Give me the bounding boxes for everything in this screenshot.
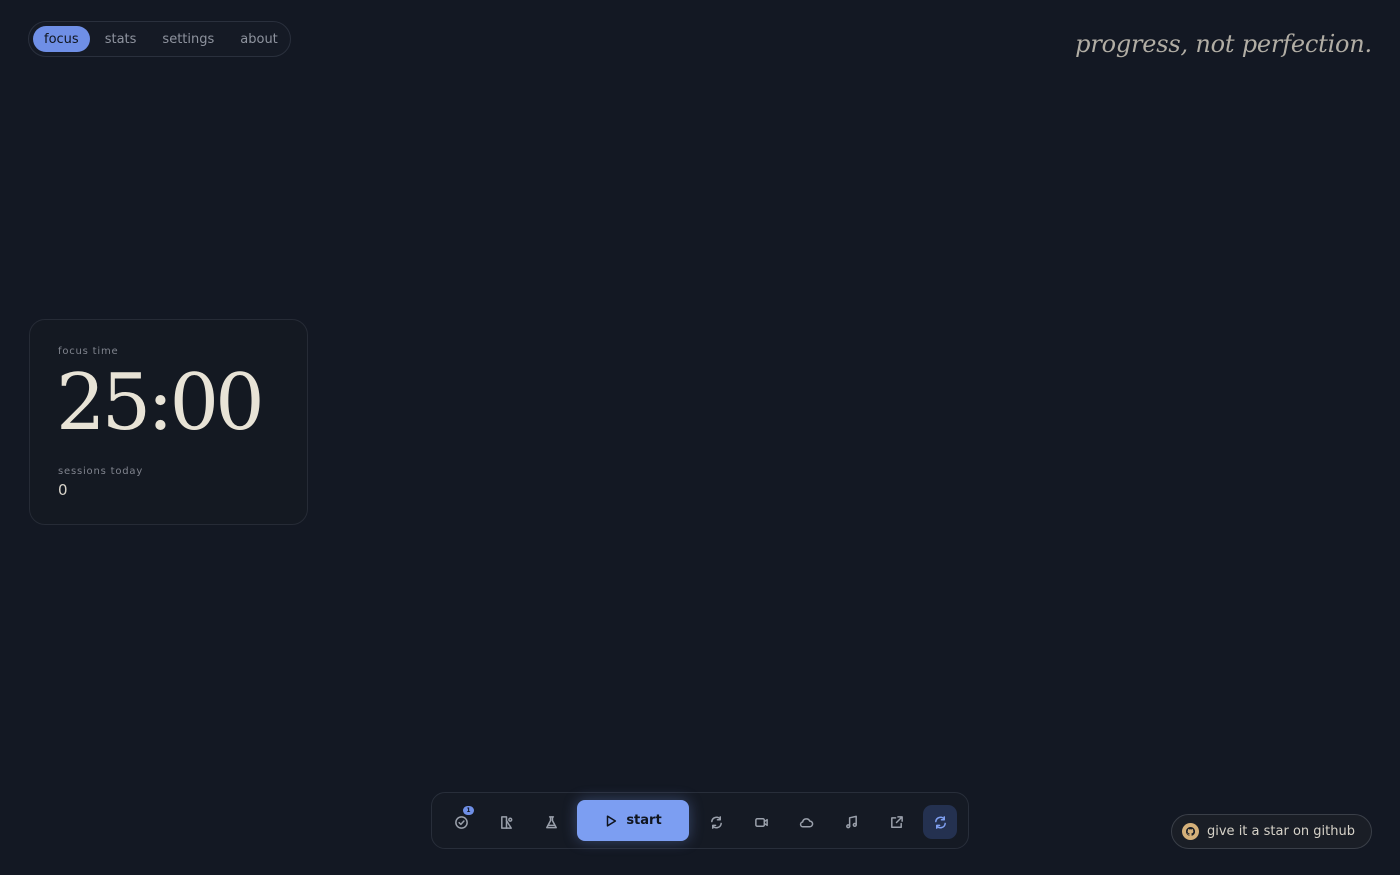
tab-focus[interactable]: focus [33,26,90,52]
timer-display: 25:00 [56,358,265,448]
github-star-label: give it a star on github [1207,824,1355,839]
shapes-icon [500,815,512,829]
tasks-count-badge: 1 [463,806,474,815]
timer-card: focus time 25:00 sessions today 0 [29,319,308,525]
sessions-today-label: sessions today [58,466,144,477]
top-nav: focus stats settings about [28,21,291,57]
cloud-icon [799,817,813,827]
github-star-button[interactable]: give it a star on github [1171,814,1372,849]
shapes-button[interactable] [489,805,523,839]
github-icon [1182,823,1199,840]
repeat-icon [710,815,722,829]
play-icon [607,814,617,827]
start-button-label: start [626,813,662,828]
ambient-button[interactable] [789,805,823,839]
experiments-button[interactable] [534,805,568,839]
sessions-today-value: 0 [58,481,68,499]
popout-button[interactable] [879,805,913,839]
tab-stats[interactable]: stats [94,26,148,52]
repeat-button[interactable] [699,805,733,839]
tasks-button[interactable]: 1 [444,805,478,839]
video-button[interactable] [744,805,778,839]
focus-time-label: focus time [58,346,119,357]
music-button[interactable] [834,805,868,839]
check-circle-icon [454,815,468,829]
music-icon [845,815,857,828]
tab-settings[interactable]: settings [151,26,225,52]
refresh-icon [934,815,946,829]
flask-icon [545,815,557,828]
external-link-icon [890,815,903,828]
tab-about[interactable]: about [229,26,289,52]
motto-quote: progress, not perfection. [1075,30,1372,58]
sync-button[interactable] [923,805,957,839]
bottom-toolbar: 1 start [431,792,969,849]
start-button[interactable]: start [577,800,689,841]
video-icon [754,817,768,827]
